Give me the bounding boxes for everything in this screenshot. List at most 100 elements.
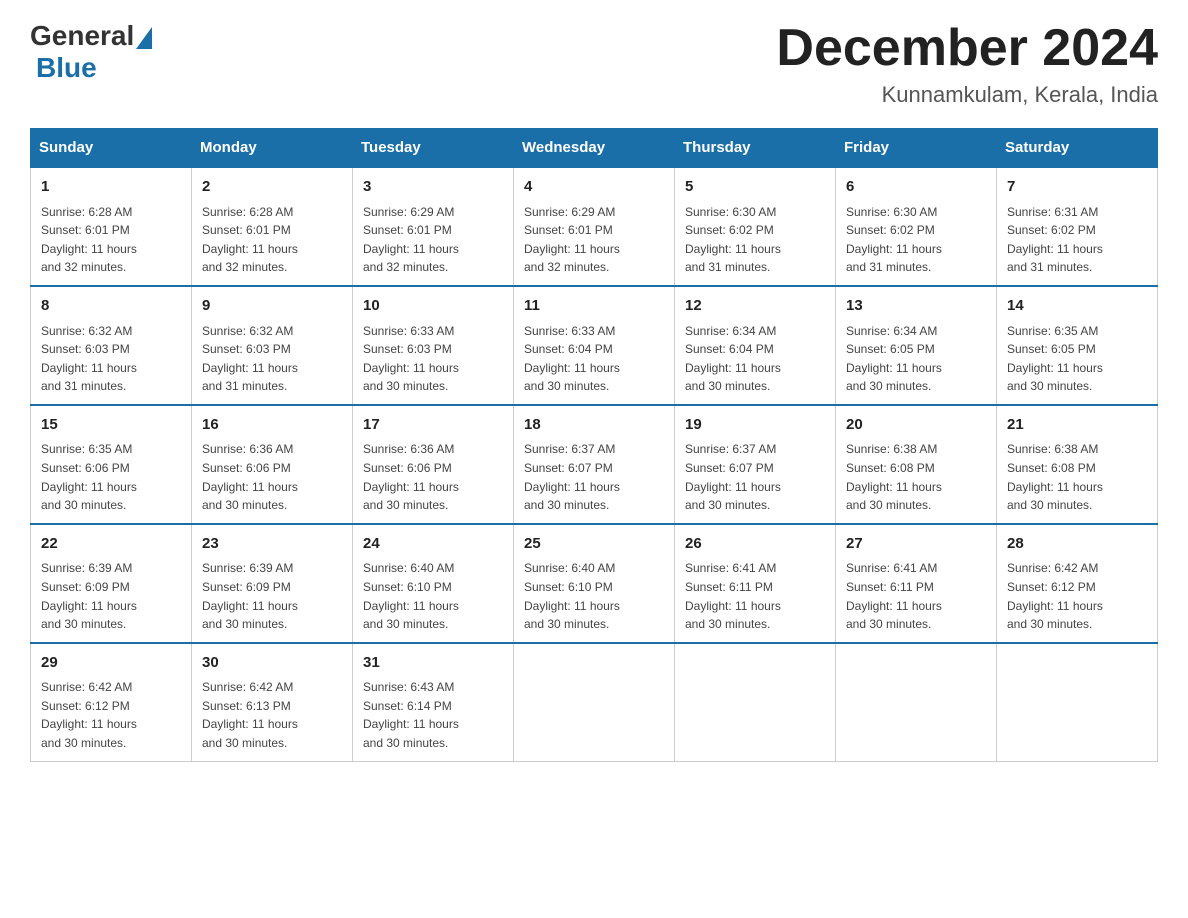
- calendar-cell: 29Sunrise: 6:42 AMSunset: 6:12 PMDayligh…: [31, 643, 192, 761]
- day-number: 4: [524, 176, 664, 199]
- day-number: 2: [202, 176, 342, 199]
- day-number: 11: [524, 295, 664, 318]
- day-number: 22: [41, 533, 181, 556]
- calendar-cell: 4 Sunrise: 6:29 AMSunset: 6:01 PMDaylight…: [514, 167, 675, 286]
- calendar-cell: 14 Sunrise: 6:35 AMSunset: 6:05 PMDayligh…: [997, 286, 1158, 405]
- calendar-cell: 25 Sunrise: 6:40 AMSunset: 6:10 PMDayligh…: [514, 524, 675, 643]
- calendar-cell: 6Sunrise: 6:30 AMSunset: 6:02 PMDaylight…: [836, 167, 997, 286]
- day-number: 16: [202, 414, 342, 437]
- title-section: December 2024 Kunnamkulam, Kerala, India: [776, 20, 1158, 108]
- day-number: 1: [41, 176, 181, 199]
- day-number: 12: [685, 295, 825, 318]
- logo: General Blue: [30, 20, 154, 84]
- calendar-cell: 19 Sunrise: 6:37 AMSunset: 6:07 PMDayligh…: [675, 405, 836, 524]
- weekday-header-wednesday: Wednesday: [514, 129, 675, 168]
- weekday-header-thursday: Thursday: [675, 129, 836, 168]
- weekday-header-tuesday: Tuesday: [353, 129, 514, 168]
- day-number: 23: [202, 533, 342, 556]
- day-info: Sunrise: 6:39 AMSunset: 6:09 PMDaylight:…: [202, 559, 342, 633]
- calendar-cell: 5Sunrise: 6:30 AMSunset: 6:02 PMDaylight…: [675, 167, 836, 286]
- calendar-cell: 27 Sunrise: 6:41 AMSunset: 6:11 PMDayligh…: [836, 524, 997, 643]
- day-info: Sunrise: 6:37 AMSunset: 6:07 PMDaylight:…: [685, 440, 825, 514]
- calendar-week-row-3: 15 Sunrise: 6:35 AMSunset: 6:06 PMDayligh…: [31, 405, 1158, 524]
- calendar-cell: 9 Sunrise: 6:32 AMSunset: 6:03 PMDaylight…: [192, 286, 353, 405]
- day-info: Sunrise: 6:41 AMSunset: 6:11 PMDaylight:…: [846, 559, 986, 633]
- calendar-cell: 28 Sunrise: 6:42 AMSunset: 6:12 PMDayligh…: [997, 524, 1158, 643]
- day-info: Sunrise: 6:36 AMSunset: 6:06 PMDaylight:…: [202, 440, 342, 514]
- day-info: Sunrise: 6:42 AMSunset: 6:12 PMDaylight:…: [1007, 559, 1147, 633]
- location-text: Kunnamkulam, Kerala, India: [776, 82, 1158, 108]
- calendar-cell: 21 Sunrise: 6:38 AMSunset: 6:08 PMDayligh…: [997, 405, 1158, 524]
- day-number: 24: [363, 533, 503, 556]
- day-info: Sunrise: 6:34 AMSunset: 6:04 PMDaylight:…: [685, 322, 825, 396]
- day-number: 30: [202, 652, 342, 675]
- logo-triangle-icon: [136, 27, 152, 49]
- calendar-week-row-2: 8 Sunrise: 6:32 AMSunset: 6:03 PMDaylight…: [31, 286, 1158, 405]
- day-number: 31: [363, 652, 503, 675]
- page-header: General Blue December 2024 Kunnamkulam, …: [30, 20, 1158, 108]
- day-info: Sunrise: 6:30 AMSunset: 6:02 PMDaylight:…: [846, 203, 986, 277]
- day-info: Sunrise: 6:40 AMSunset: 6:10 PMDaylight:…: [524, 559, 664, 633]
- calendar-cell: 1Sunrise: 6:28 AMSunset: 6:01 PMDaylight…: [31, 167, 192, 286]
- day-number: 3: [363, 176, 503, 199]
- day-number: 17: [363, 414, 503, 437]
- calendar-cell: [997, 643, 1158, 761]
- day-info: Sunrise: 6:34 AMSunset: 6:05 PMDaylight:…: [846, 322, 986, 396]
- calendar-cell: 13 Sunrise: 6:34 AMSunset: 6:05 PMDayligh…: [836, 286, 997, 405]
- day-number: 21: [1007, 414, 1147, 437]
- day-info: Sunrise: 6:39 AMSunset: 6:09 PMDaylight:…: [41, 559, 181, 633]
- calendar-cell: 12 Sunrise: 6:34 AMSunset: 6:04 PMDayligh…: [675, 286, 836, 405]
- day-number: 9: [202, 295, 342, 318]
- day-info: Sunrise: 6:29 AMSunset: 6:01 PMDaylight:…: [524, 203, 664, 277]
- day-info: Sunrise: 6:28 AMSunset: 6:01 PMDaylight:…: [202, 203, 342, 277]
- day-number: 26: [685, 533, 825, 556]
- calendar-cell: 20 Sunrise: 6:38 AMSunset: 6:08 PMDayligh…: [836, 405, 997, 524]
- calendar-cell: 16 Sunrise: 6:36 AMSunset: 6:06 PMDayligh…: [192, 405, 353, 524]
- calendar-cell: 24 Sunrise: 6:40 AMSunset: 6:10 PMDayligh…: [353, 524, 514, 643]
- day-info: Sunrise: 6:35 AMSunset: 6:05 PMDaylight:…: [1007, 322, 1147, 396]
- weekday-header-monday: Monday: [192, 129, 353, 168]
- calendar-cell: 2 Sunrise: 6:28 AMSunset: 6:01 PMDaylight…: [192, 167, 353, 286]
- calendar-table: SundayMondayTuesdayWednesdayThursdayFrid…: [30, 128, 1158, 761]
- day-info: Sunrise: 6:35 AMSunset: 6:06 PMDaylight:…: [41, 440, 181, 514]
- day-number: 14: [1007, 295, 1147, 318]
- day-info: Sunrise: 6:42 AMSunset: 6:12 PMDaylight:…: [41, 678, 181, 752]
- day-number: 13: [846, 295, 986, 318]
- day-number: 15: [41, 414, 181, 437]
- calendar-week-row-5: 29Sunrise: 6:42 AMSunset: 6:12 PMDayligh…: [31, 643, 1158, 761]
- day-number: 27: [846, 533, 986, 556]
- day-info: Sunrise: 6:29 AMSunset: 6:01 PMDaylight:…: [363, 203, 503, 277]
- day-info: Sunrise: 6:32 AMSunset: 6:03 PMDaylight:…: [202, 322, 342, 396]
- day-info: Sunrise: 6:40 AMSunset: 6:10 PMDaylight:…: [363, 559, 503, 633]
- calendar-cell: 31 Sunrise: 6:43 AMSunset: 6:14 PMDayligh…: [353, 643, 514, 761]
- day-number: 8: [41, 295, 181, 318]
- calendar-cell: 26 Sunrise: 6:41 AMSunset: 6:11 PMDayligh…: [675, 524, 836, 643]
- calendar-cell: 30Sunrise: 6:42 AMSunset: 6:13 PMDayligh…: [192, 643, 353, 761]
- day-number: 19: [685, 414, 825, 437]
- calendar-cell: 17Sunrise: 6:36 AMSunset: 6:06 PMDayligh…: [353, 405, 514, 524]
- day-number: 18: [524, 414, 664, 437]
- weekday-header-saturday: Saturday: [997, 129, 1158, 168]
- weekday-header-sunday: Sunday: [31, 129, 192, 168]
- day-info: Sunrise: 6:31 AMSunset: 6:02 PMDaylight:…: [1007, 203, 1147, 277]
- calendar-cell: 18Sunrise: 6:37 AMSunset: 6:07 PMDayligh…: [514, 405, 675, 524]
- calendar-cell: 11Sunrise: 6:33 AMSunset: 6:04 PMDayligh…: [514, 286, 675, 405]
- calendar-cell: [836, 643, 997, 761]
- weekday-header-friday: Friday: [836, 129, 997, 168]
- day-number: 20: [846, 414, 986, 437]
- day-info: Sunrise: 6:32 AMSunset: 6:03 PMDaylight:…: [41, 322, 181, 396]
- day-number: 10: [363, 295, 503, 318]
- calendar-cell: [675, 643, 836, 761]
- day-number: 25: [524, 533, 664, 556]
- day-info: Sunrise: 6:30 AMSunset: 6:02 PMDaylight:…: [685, 203, 825, 277]
- day-number: 7: [1007, 176, 1147, 199]
- day-info: Sunrise: 6:43 AMSunset: 6:14 PMDaylight:…: [363, 678, 503, 752]
- day-info: Sunrise: 6:38 AMSunset: 6:08 PMDaylight:…: [846, 440, 986, 514]
- calendar-cell: [514, 643, 675, 761]
- day-info: Sunrise: 6:38 AMSunset: 6:08 PMDaylight:…: [1007, 440, 1147, 514]
- day-info: Sunrise: 6:33 AMSunset: 6:03 PMDaylight:…: [363, 322, 503, 396]
- day-info: Sunrise: 6:41 AMSunset: 6:11 PMDaylight:…: [685, 559, 825, 633]
- calendar-cell: 23 Sunrise: 6:39 AMSunset: 6:09 PMDayligh…: [192, 524, 353, 643]
- day-number: 28: [1007, 533, 1147, 556]
- calendar-cell: 10 Sunrise: 6:33 AMSunset: 6:03 PMDayligh…: [353, 286, 514, 405]
